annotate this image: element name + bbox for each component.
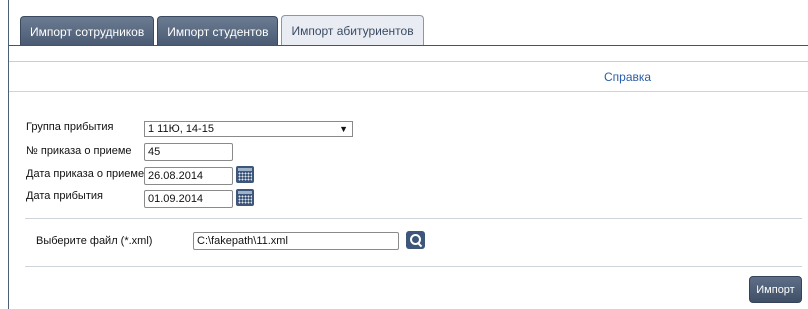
form-divider	[25, 218, 802, 219]
arrival-group-select[interactable]: 1 11Ю, 14-15 ▼	[144, 121, 353, 137]
arrival-date-input[interactable]	[144, 190, 233, 208]
left-frame-border	[8, 0, 9, 309]
arrival-date-label: Дата прибытия	[26, 190, 103, 202]
import-button[interactable]: Импорт	[749, 276, 802, 303]
tab-import-applicants[interactable]: Импорт абитуриентов	[281, 15, 424, 46]
arrival-group-value: 1 11Ю, 14-15	[148, 123, 214, 135]
search-icon[interactable]	[406, 231, 425, 249]
tab-bar: Импорт сотрудников Импорт студентов Импо…	[20, 15, 424, 46]
calendar-icon[interactable]	[236, 189, 254, 206]
chevron-down-icon: ▼	[339, 124, 348, 134]
arrival-group-label: Группа прибытия	[26, 121, 114, 133]
actions-divider	[25, 266, 802, 267]
help-link[interactable]: Справка	[604, 70, 651, 84]
tab-bar-border	[9, 45, 808, 46]
order-date-input[interactable]	[144, 167, 233, 185]
order-number-label: № приказа о приеме	[26, 145, 132, 157]
toolbar-divider	[9, 61, 808, 62]
calendar-icon[interactable]	[236, 166, 254, 183]
order-number-input[interactable]	[144, 143, 233, 161]
toolbar-bottom-divider	[9, 91, 808, 92]
order-date-label: Дата приказа о приеме	[26, 168, 145, 180]
file-path-input[interactable]	[193, 232, 399, 250]
file-label: Выберите файл (*.xml)	[36, 235, 153, 247]
tab-import-students[interactable]: Импорт студентов	[157, 16, 279, 46]
tab-import-employees[interactable]: Импорт сотрудников	[20, 16, 155, 46]
